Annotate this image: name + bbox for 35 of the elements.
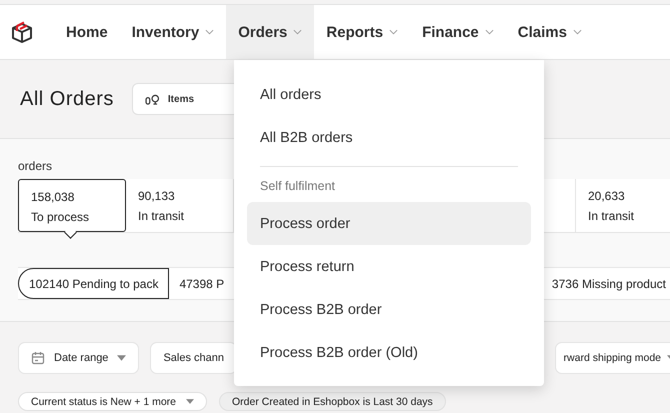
applied-filter-chip[interactable]: Order Created in Eshopbox is Last 30 days [219,392,446,411]
menu-item[interactable]: Process return [247,245,531,288]
menu-item[interactable]: All orders [247,73,531,116]
status-chip[interactable]: 3736 Missing product [542,268,670,299]
nav-menu-item[interactable]: Orders [226,5,314,59]
section-label: orders [18,159,54,173]
calendar-icon [31,351,45,365]
applied-filter-chip[interactable]: Current status is New + 1 more [18,392,208,411]
items-icon [144,94,160,104]
filter-button[interactable]: rward shipping mode [554,342,670,374]
stat-value: 158,038 [31,190,76,204]
logo-icon [10,20,34,44]
menu-item[interactable]: Process B2B order (Old) [247,331,531,374]
caret-down-icon [186,399,194,404]
nav-menu-item[interactable]: Inventory [120,5,226,59]
status-chip[interactable]: 102140 Pending to pack [18,268,170,299]
menu-item[interactable]: Process order [247,202,531,245]
stat-value: 90,133 [138,189,176,203]
stat-label: To process [31,210,90,224]
filter-button[interactable]: Date range [18,342,140,374]
nav-menu-item[interactable]: Claims [506,5,594,59]
menu-section-header: Self fulfilment [259,178,336,195]
filter-button[interactable]: Sales chann [150,342,237,374]
nav-menu-item[interactable]: Reports [314,5,410,59]
caret-down-icon [117,355,126,361]
stat-value: 20,633 [588,189,626,203]
menu-item[interactable]: Process B2B order [247,288,531,331]
nav-menu-item[interactable]: Finance [410,5,506,59]
view-selector-label: Items [168,94,194,104]
nav-menu-item[interactable]: Home [54,5,120,59]
stat-label: In transit [138,209,186,223]
stat-label: In transit [588,209,636,223]
menu-item[interactable]: All B2B orders [247,116,531,159]
stat-card[interactable]: 20,633 In transit [575,179,670,232]
page-title: All Orders [20,88,114,110]
